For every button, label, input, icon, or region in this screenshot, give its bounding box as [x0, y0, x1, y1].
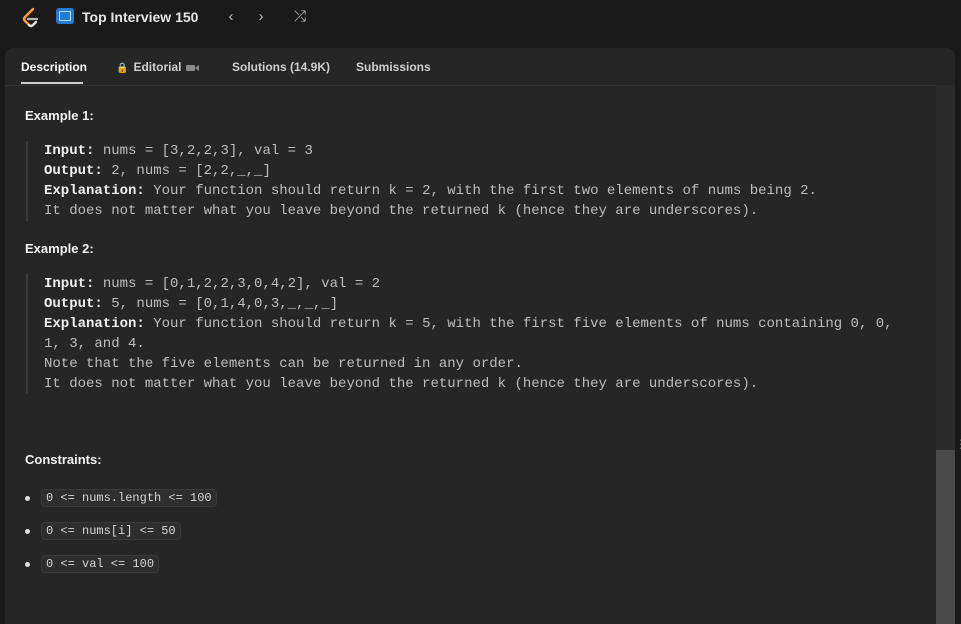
example-1-block: Input: nums = [3,2,2,3], val = 3 Output:…: [26, 141, 944, 221]
tab-description[interactable]: Description: [21, 60, 87, 74]
explanation-value: Your function should return k = 5, with …: [44, 316, 893, 352]
example-2-block: Input: nums = [0,1,2,2,3,0,4,2], val = 2…: [26, 274, 944, 394]
explanation-label: Explanation:: [44, 316, 145, 332]
lock-icon: 🔒: [116, 63, 129, 74]
output-label: Output:: [44, 296, 103, 312]
input-value: nums = [3,2,2,3], val = 3: [94, 143, 313, 159]
scrollbar-thumb[interactable]: [936, 450, 955, 624]
description-panel: Description 🔒 Editorial Solutions (14.9K)…: [5, 48, 955, 624]
constraint-item: 0 <= val <= 100: [25, 555, 160, 573]
output-label: Output:: [44, 163, 103, 179]
constraints-title: Constraints:: [25, 452, 102, 467]
constraint-code: 0 <= val <= 100: [41, 555, 160, 573]
tab-solutions[interactable]: Solutions (14.9K): [232, 60, 330, 74]
example-1-title: Example 1:: [25, 108, 94, 123]
example-2-title: Example 2:: [25, 241, 94, 256]
tab-submissions[interactable]: Submissions: [356, 60, 431, 74]
top-bar: Top Interview 150 ‹ › ⤮: [0, 0, 961, 38]
shuffle-icon[interactable]: ⤮: [288, 6, 312, 28]
explanation-note: Note that the five elements can be retur…: [44, 356, 759, 392]
active-tab-indicator: [21, 82, 83, 84]
explanation-label: Explanation:: [44, 183, 145, 199]
leetcode-logo-icon[interactable]: [20, 7, 42, 29]
problem-content: Example 1: Input: nums = [3,2,2,3], val …: [5, 86, 935, 624]
explanation-value: Your function should return k = 2, with …: [144, 183, 817, 199]
input-label: Input:: [44, 143, 95, 159]
bullet: [25, 528, 30, 534]
tab-editorial[interactable]: 🔒 Editorial: [116, 60, 200, 74]
tab-bar: Description 🔒 Editorial Solutions (14.9K)…: [5, 48, 955, 86]
input-label: Input:: [44, 276, 95, 292]
output-value: 2, nums = [2,2,_,_]: [102, 163, 271, 179]
constraint-code: 0 <= nums.length <= 100: [41, 489, 217, 507]
constraint-item: 0 <= nums[i] <= 50: [25, 522, 181, 540]
constraint-item: 0 <= nums.length <= 100: [25, 489, 217, 507]
tab-editorial-label: Editorial: [133, 60, 182, 74]
explanation-note: It does not matter what you leave beyond…: [44, 203, 759, 219]
prev-problem-button[interactable]: ‹: [219, 6, 243, 28]
input-value: nums = [0,1,2,2,3,0,4,2], val = 2: [94, 276, 381, 292]
output-value: 5, nums = [0,1,4,0,3,_,_,_]: [102, 296, 339, 312]
problem-list-title[interactable]: Top Interview 150: [82, 9, 198, 25]
next-problem-button[interactable]: ›: [249, 6, 273, 28]
bullet: [25, 495, 30, 501]
bullet: [25, 561, 30, 567]
panel-resize-handle-icon[interactable]: ⋮: [955, 438, 961, 464]
constraint-code: 0 <= nums[i] <= 50: [41, 522, 181, 540]
study-plan-list-icon[interactable]: [56, 8, 74, 24]
video-icon: [186, 64, 200, 71]
